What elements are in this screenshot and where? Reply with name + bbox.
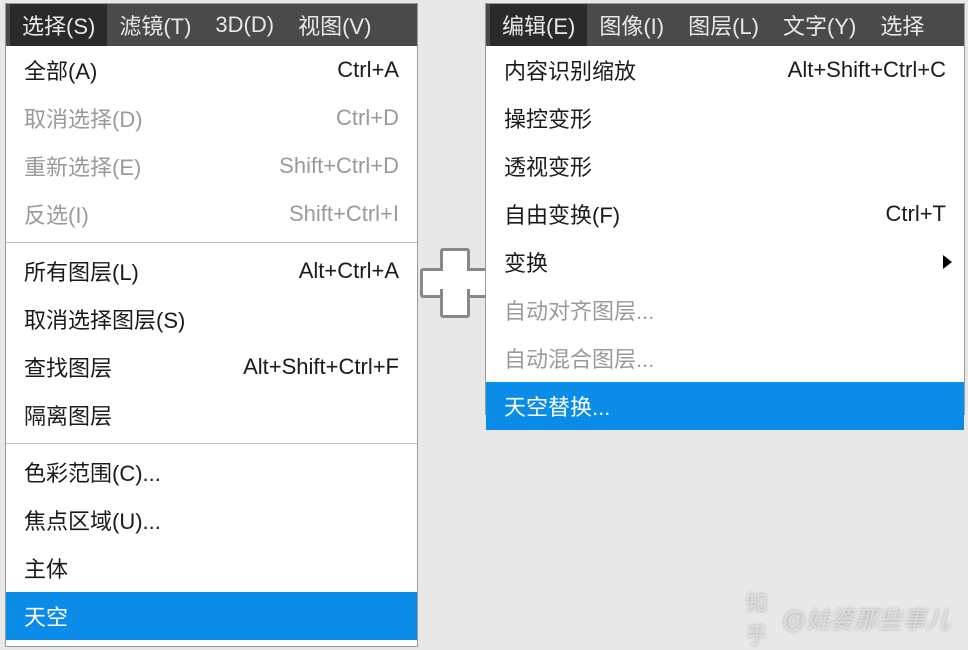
left-menubar: 选择(S) 滤镜(T) 3D(D) 视图(V): [6, 4, 417, 46]
menu-label: 取消选择(D): [24, 102, 143, 134]
menu-label: 内容识别缩放: [504, 54, 636, 86]
menu-content-aware-scale[interactable]: 内容识别缩放 Alt+Shift+Ctrl+C: [486, 46, 964, 94]
edit-menu-panel: 编辑(E) 图像(I) 图层(L) 文字(Y) 选择 内容识别缩放 Alt+Sh…: [485, 3, 965, 415]
menubar-3d[interactable]: 3D(D): [203, 4, 286, 46]
menu-label: 自动混合图层...: [504, 342, 654, 374]
menu-label: 重新选择(E): [24, 150, 141, 182]
menu-deselect[interactable]: 取消选择(D) Ctrl+D: [6, 94, 417, 142]
menubar-select-partial[interactable]: 选择: [868, 4, 936, 46]
menu-label: 操控变形: [504, 102, 592, 134]
watermark-user: @姑婆那些事儿: [782, 600, 950, 635]
menu-auto-blend-layers[interactable]: 自动混合图层...: [486, 334, 964, 382]
menu-label: 色彩范围(C)...: [24, 456, 161, 488]
menubar-layer[interactable]: 图层(L): [676, 4, 771, 46]
select-dropdown: 全部(A) Ctrl+A 取消选择(D) Ctrl+D 重新选择(E) Shif…: [6, 46, 417, 640]
menu-shortcut: Ctrl+T: [886, 201, 947, 227]
menubar-select[interactable]: 选择(S): [10, 4, 107, 46]
plus-icon: [420, 248, 484, 312]
menu-label: 焦点区域(U)...: [24, 504, 161, 536]
menu-separator: [6, 443, 417, 444]
menu-shortcut: Alt+Ctrl+A: [299, 258, 399, 284]
menu-label: 全部(A): [24, 54, 97, 86]
menu-label: 主体: [24, 552, 68, 584]
menu-transform[interactable]: 变换: [486, 238, 964, 286]
menu-all-layers[interactable]: 所有图层(L) Alt+Ctrl+A: [6, 247, 417, 295]
menu-inverse[interactable]: 反选(I) Shift+Ctrl+I: [6, 190, 417, 238]
menu-label: 查找图层: [24, 351, 112, 383]
menu-reselect[interactable]: 重新选择(E) Shift+Ctrl+D: [6, 142, 417, 190]
menu-label: 天空替换...: [504, 390, 610, 422]
menu-separator: [6, 242, 417, 243]
select-menu-panel: 选择(S) 滤镜(T) 3D(D) 视图(V) 全部(A) Ctrl+A 取消选…: [5, 3, 418, 647]
menu-shortcut: Alt+Shift+Ctrl+C: [788, 57, 946, 83]
menu-label: 所有图层(L): [24, 255, 139, 287]
menu-label: 反选(I): [24, 198, 89, 230]
menubar-filter[interactable]: 滤镜(T): [107, 4, 203, 46]
menu-label: 自由变换(F): [504, 198, 620, 230]
menu-shortcut: Ctrl+A: [337, 57, 399, 83]
menu-shortcut: Ctrl+D: [336, 105, 399, 131]
watermark: 知乎 @姑婆那些事儿: [746, 600, 950, 635]
menubar-edit[interactable]: 编辑(E): [490, 4, 587, 46]
menu-find-layers[interactable]: 查找图层 Alt+Shift+Ctrl+F: [6, 343, 417, 391]
menu-auto-align-layers[interactable]: 自动对齐图层...: [486, 286, 964, 334]
menu-select-all[interactable]: 全部(A) Ctrl+A: [6, 46, 417, 94]
right-menubar: 编辑(E) 图像(I) 图层(L) 文字(Y) 选择: [486, 4, 964, 46]
menubar-image[interactable]: 图像(I): [587, 4, 676, 46]
menu-subject[interactable]: 主体: [6, 544, 417, 592]
menu-label: 自动对齐图层...: [504, 294, 654, 326]
menu-deselect-layers[interactable]: 取消选择图层(S): [6, 295, 417, 343]
menu-focus-area[interactable]: 焦点区域(U)...: [6, 496, 417, 544]
menubar-type[interactable]: 文字(Y): [771, 4, 868, 46]
menu-label: 透视变形: [504, 150, 592, 182]
menu-sky-replacement[interactable]: 天空替换...: [486, 382, 964, 430]
menu-shortcut: Alt+Shift+Ctrl+F: [243, 354, 399, 380]
menu-shortcut: Shift+Ctrl+I: [289, 201, 399, 227]
edit-dropdown: 内容识别缩放 Alt+Shift+Ctrl+C 操控变形 透视变形 自由变换(F…: [486, 46, 964, 430]
menu-free-transform[interactable]: 自由变换(F) Ctrl+T: [486, 190, 964, 238]
menubar-view[interactable]: 视图(V): [286, 4, 383, 46]
menu-puppet-warp[interactable]: 操控变形: [486, 94, 964, 142]
chevron-right-icon: [943, 255, 952, 269]
menu-label: 变换: [504, 246, 548, 278]
menu-sky[interactable]: 天空: [6, 592, 417, 640]
menu-shortcut: Shift+Ctrl+D: [279, 153, 399, 179]
menu-color-range[interactable]: 色彩范围(C)...: [6, 448, 417, 496]
menu-isolate-layers[interactable]: 隔离图层: [6, 391, 417, 439]
zhihu-logo-icon: 知乎: [746, 604, 774, 632]
menu-label: 取消选择图层(S): [24, 303, 185, 335]
menu-perspective-warp[interactable]: 透视变形: [486, 142, 964, 190]
menu-label: 天空: [24, 600, 68, 632]
menu-label: 隔离图层: [24, 399, 112, 431]
